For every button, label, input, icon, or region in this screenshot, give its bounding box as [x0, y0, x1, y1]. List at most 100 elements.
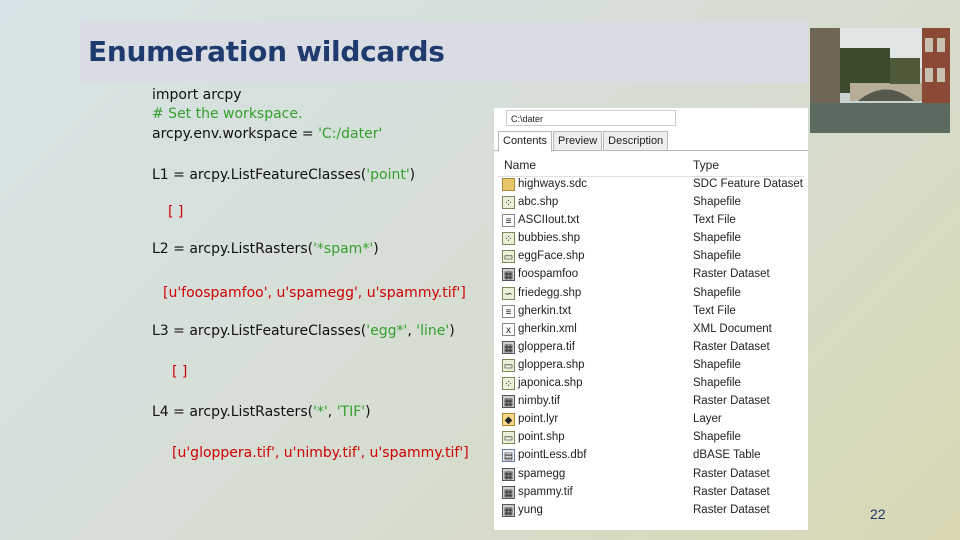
- item-name: gloppera.shp: [518, 358, 585, 371]
- l4-sep: ,: [327, 404, 337, 420]
- text-file-icon: ≡: [502, 214, 515, 228]
- list-item[interactable]: ▦ spammy.tif Raster Dataset: [498, 484, 804, 502]
- list-item[interactable]: ⁘ japonica.shp Shapefile: [498, 375, 804, 393]
- l4-arg2: 'TIF': [336, 404, 366, 420]
- polygon-shapefile-icon: ▭: [502, 250, 515, 264]
- item-name: gloppera.tif: [518, 340, 575, 353]
- folder-icon: [502, 178, 515, 191]
- item-type: XML Document: [693, 322, 772, 335]
- item-type: Shapefile: [693, 431, 741, 444]
- item-type: Text File: [693, 214, 736, 227]
- tab-contents[interactable]: Contents: [498, 131, 553, 152]
- item-name: point.lyr: [518, 413, 559, 426]
- location-field[interactable]: C:\dater: [506, 110, 676, 126]
- item-name: foospamfoo: [518, 268, 579, 281]
- item-name: gherkin.txt: [518, 304, 572, 317]
- l3-suffix: ): [449, 323, 455, 339]
- list-item[interactable]: ▭ eggFace.shp Shapefile: [498, 248, 804, 266]
- column-type[interactable]: Type: [693, 158, 719, 172]
- list-item[interactable]: ▦ foospamfoo Raster Dataset: [498, 266, 804, 284]
- code-comment: # Set the workspace.: [152, 106, 302, 123]
- code-workspace: arcpy.env.workspace = 'C:/dater': [152, 126, 382, 143]
- l2-prefix: L2 = arcpy.ListRasters(: [152, 241, 314, 257]
- list-item[interactable]: ▦ yung Raster Dataset: [498, 502, 804, 520]
- catalog-tabs: Contents Preview Description: [498, 131, 669, 152]
- l3-prefix: L3 = arcpy.ListFeatureClasses(: [152, 323, 367, 339]
- raster-icon: ▦: [502, 467, 515, 481]
- list-item[interactable]: ∽ friedegg.shp Shapefile: [498, 285, 804, 303]
- workspace-value: 'C:/dater': [318, 126, 383, 142]
- l3-sep: ,: [407, 323, 417, 339]
- raster-icon: ▦: [502, 340, 515, 354]
- item-type: Raster Dataset: [693, 340, 770, 353]
- column-name[interactable]: Name: [504, 158, 536, 172]
- item-name: abc.shp: [518, 196, 559, 209]
- list-item[interactable]: ⁘ bubbies.shp Shapefile: [498, 230, 804, 248]
- line-shapefile-icon: ∽: [502, 286, 515, 300]
- list-item[interactable]: ▭ gloppera.shp Shapefile: [498, 357, 804, 375]
- list-item[interactable]: highways.sdc SDC Feature Dataset: [498, 176, 804, 194]
- item-name: nimby.tif: [518, 395, 560, 408]
- polygon-shapefile-icon: ▭: [502, 431, 515, 445]
- title-bar: Enumeration wildcards: [80, 21, 808, 83]
- list-item[interactable]: ◆ point.lyr Layer: [498, 411, 804, 429]
- workspace-prefix: arcpy.env.workspace =: [152, 126, 319, 142]
- item-type: Raster Dataset: [693, 395, 770, 408]
- xml-icon: x: [502, 322, 515, 336]
- list-item[interactable]: ▦ spamegg Raster Dataset: [498, 466, 804, 484]
- polygon-shapefile-icon: ▭: [502, 358, 515, 372]
- list-item[interactable]: ▤ pointLess.dbf dBASE Table: [498, 447, 804, 465]
- raster-icon: ▦: [502, 485, 515, 499]
- catalog-list: highways.sdc SDC Feature Dataset ⁘ abc.shp S…: [498, 176, 804, 520]
- list-item[interactable]: ⁘ abc.shp Shapefile: [498, 194, 804, 212]
- list-item[interactable]: ▭ point.shp Shapefile: [498, 429, 804, 447]
- l4-result: [u'gloppera.tif', u'nimby.tif', u'spammy…: [172, 445, 469, 461]
- l1-prefix: L1 = arcpy.ListFeatureClasses(: [152, 167, 367, 183]
- point-shapefile-icon: ⁘: [502, 377, 515, 391]
- slide-title: Enumeration wildcards: [88, 35, 445, 68]
- item-name: yung: [518, 503, 543, 516]
- tab-description[interactable]: Description: [603, 131, 669, 151]
- item-name: highways.sdc: [518, 178, 588, 190]
- l3-arg1: 'egg*': [366, 323, 408, 339]
- l4-suffix: ): [365, 404, 371, 420]
- text-file-icon: ≡: [502, 304, 515, 318]
- l3-result: [ ]: [172, 364, 188, 380]
- list-item[interactable]: x gherkin.xml XML Document: [498, 321, 804, 339]
- item-name: spammy.tif: [518, 485, 573, 498]
- code-l2: L2 = arcpy.ListRasters('*spam*'): [152, 241, 379, 258]
- item-type: Shapefile: [693, 358, 741, 371]
- item-type: SDC Feature Dataset: [693, 178, 803, 190]
- code-l1: L1 = arcpy.ListFeatureClasses('point'): [152, 167, 415, 184]
- item-name: bubbies.shp: [518, 232, 581, 245]
- code-l3: L3 = arcpy.ListFeatureClasses('egg*', 'l…: [152, 323, 455, 340]
- item-type: dBASE Table: [693, 449, 761, 462]
- code-l4: L4 = arcpy.ListRasters('*', 'TIF'): [152, 404, 371, 421]
- item-name: pointLess.dbf: [518, 449, 587, 462]
- item-type: Shapefile: [693, 232, 741, 245]
- list-item[interactable]: ≡ gherkin.txt Text File: [498, 303, 804, 321]
- column-header: Name Type: [498, 156, 804, 177]
- item-type: Raster Dataset: [693, 503, 770, 516]
- raster-icon: ▦: [502, 503, 515, 517]
- layer-icon: ◆: [502, 413, 515, 427]
- code-import: import arcpy: [152, 87, 242, 103]
- l2-arg: '*spam*': [313, 241, 374, 257]
- page-number: 22: [870, 506, 886, 522]
- raster-icon: ▦: [502, 395, 515, 409]
- tab-preview[interactable]: Preview: [553, 131, 603, 151]
- item-type: Text File: [693, 304, 736, 317]
- item-name: friedegg.shp: [518, 286, 582, 299]
- list-item[interactable]: ▦ nimby.tif Raster Dataset: [498, 393, 804, 411]
- item-name: eggFace.shp: [518, 250, 585, 263]
- item-name: gherkin.xml: [518, 322, 577, 335]
- l1-arg: 'point': [366, 167, 410, 183]
- item-type: Shapefile: [693, 286, 741, 299]
- list-item[interactable]: ▦ gloppera.tif Raster Dataset: [498, 339, 804, 357]
- list-item[interactable]: ≡ ASCIIout.txt Text File: [498, 212, 804, 230]
- raster-icon: ▦: [502, 268, 515, 282]
- item-name: point.shp: [518, 431, 565, 444]
- l2-suffix: ): [373, 241, 379, 257]
- bridge-photo: [810, 28, 950, 133]
- l1-result: [ ]: [168, 204, 184, 220]
